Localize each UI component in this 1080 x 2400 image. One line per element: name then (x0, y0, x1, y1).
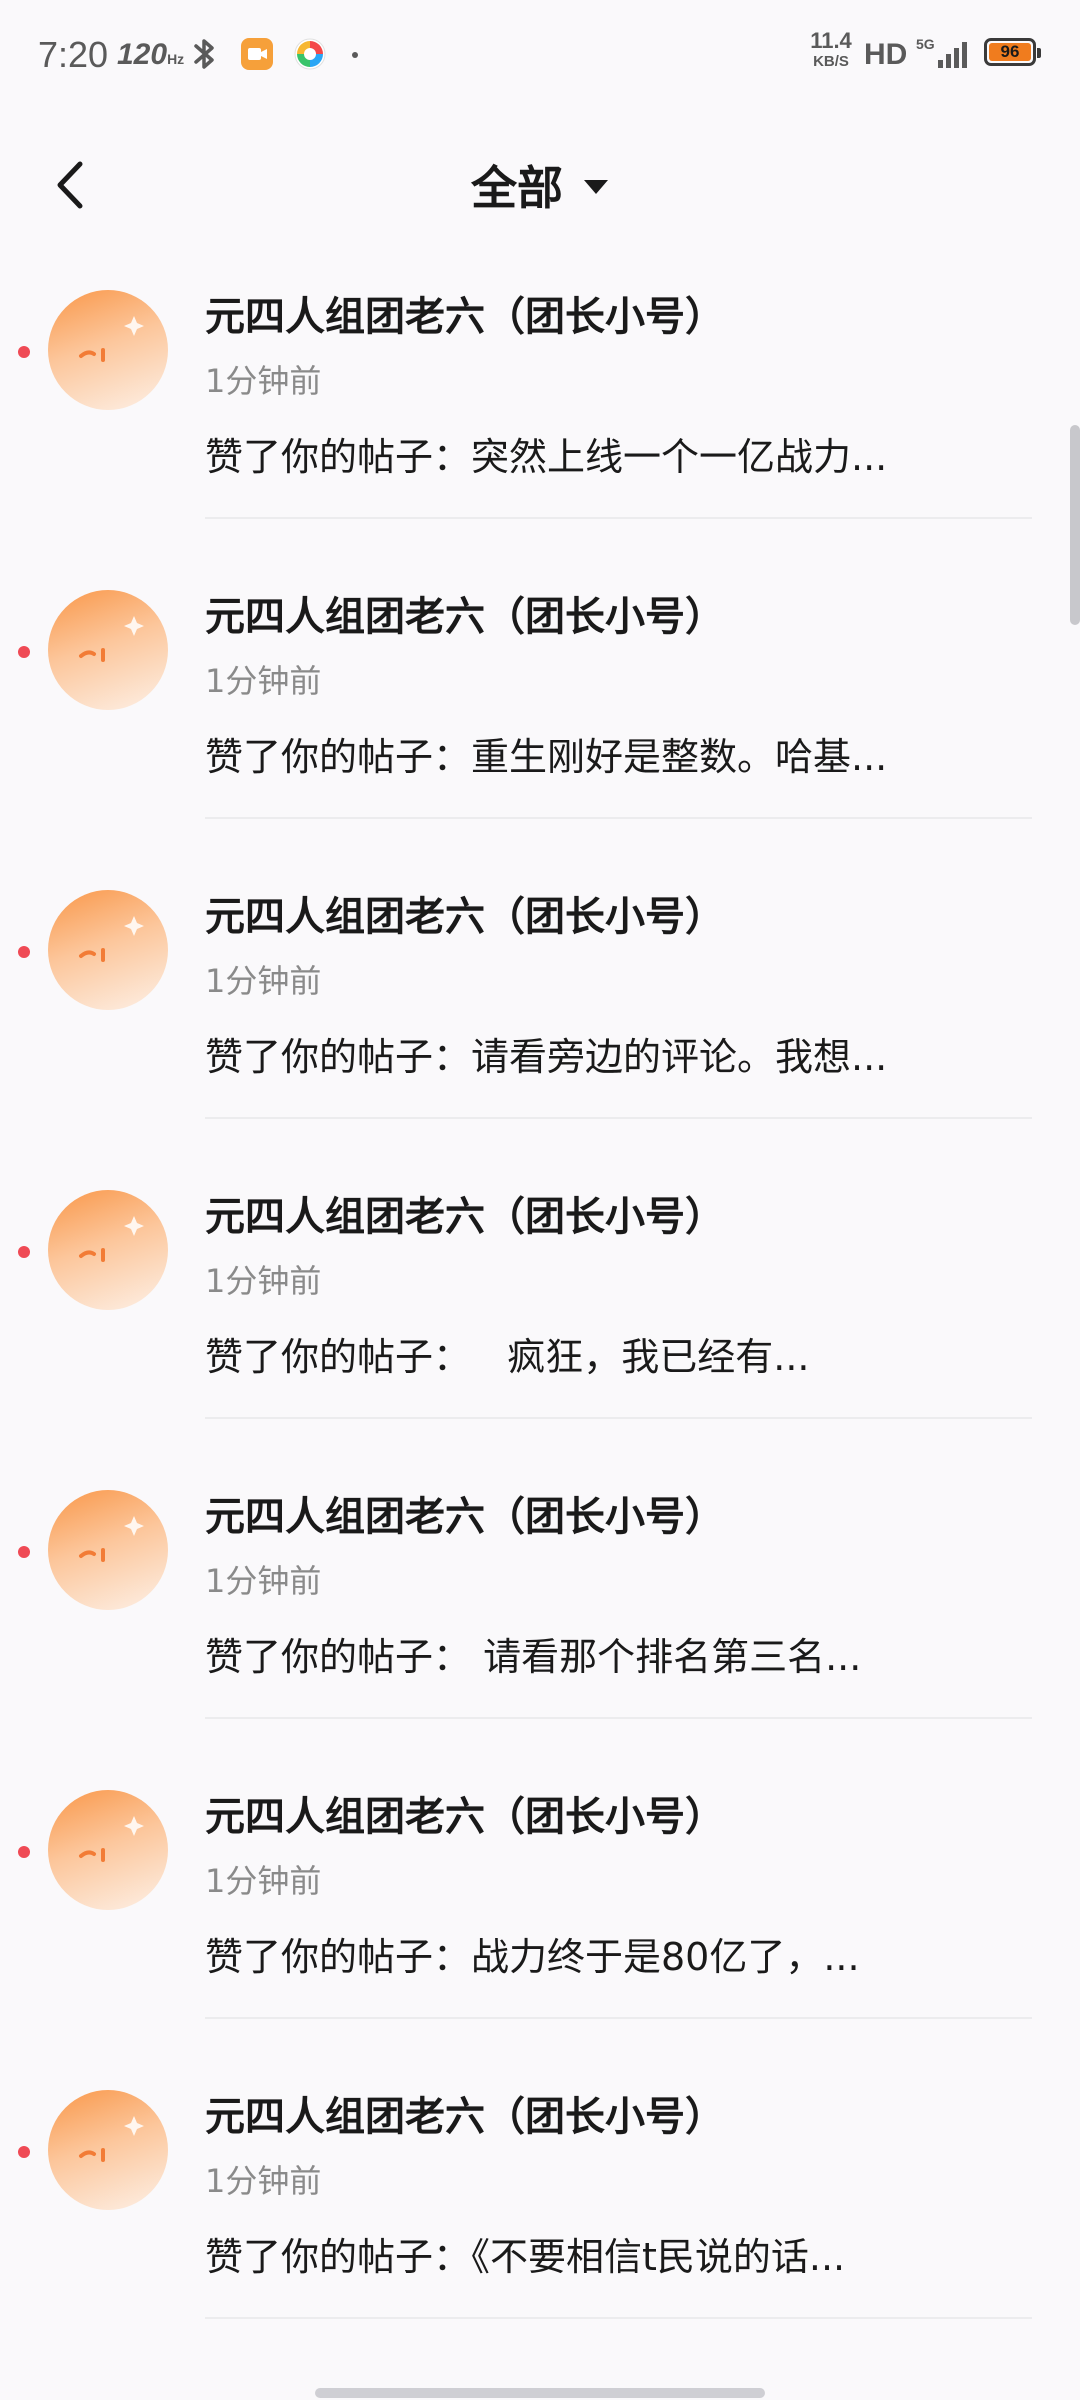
avatar[interactable] (48, 1190, 168, 1310)
sender-name: 元四人组团老六（团长小号） (205, 294, 725, 340)
avatar[interactable] (48, 1490, 168, 1610)
hd-label: HD (864, 38, 908, 71)
notification-item[interactable]: 元四人组团老六（团长小号） 1分钟前 赞了你的帖子： 请看那个排名第三名... (0, 1460, 1080, 1760)
notification-time: 1分钟前 (205, 2162, 322, 2200)
notification-time: 1分钟前 (205, 1262, 322, 1300)
net-speed: 11.4 KB/S (806, 28, 856, 70)
avatar-face-icon (79, 2116, 144, 2162)
divider (205, 517, 1032, 519)
sender-name: 元四人组团老六（团长小号） (205, 894, 725, 940)
app-header: 全部 (0, 130, 1080, 240)
unread-dot (18, 1846, 30, 1858)
unread-dot (18, 1546, 30, 1558)
avatar-face-icon (79, 1516, 144, 1562)
notification-message: 赞了你的帖子：《不要相信t民说的话... (205, 2235, 846, 2279)
scrollbar[interactable] (1070, 425, 1080, 625)
notification-item[interactable]: 元四人组团老六（团长小号） 1分钟前 赞了你的帖子：《不要相信t民说的话... (0, 2060, 1080, 2360)
unread-dot (18, 646, 30, 658)
notification-message: 赞了你的帖子：突然上线一个一亿战力... (205, 435, 888, 479)
avatar[interactable] (48, 290, 168, 410)
caret-down-icon[interactable] (583, 179, 609, 195)
divider (205, 2017, 1032, 2019)
signal-icon (938, 42, 967, 68)
unread-dot (18, 2146, 30, 2158)
notification-item[interactable]: 元四人组团老六（团长小号） 1分钟前 赞了你的帖子：重生刚好是整数。哈基... (0, 560, 1080, 860)
status-time: 7:20 (38, 34, 109, 75)
avatar-face-icon (79, 1216, 144, 1262)
avatar-face-icon (79, 316, 144, 362)
battery-icon: 96 (984, 38, 1041, 66)
bluetooth-icon (194, 39, 214, 69)
net-speed-value: 11.4 (810, 28, 852, 53)
divider (205, 1417, 1032, 1419)
notification-dot-icon (352, 52, 358, 58)
divider (205, 1717, 1032, 1719)
avatar[interactable] (48, 590, 168, 710)
notification-time: 1分钟前 (205, 962, 322, 1000)
avatar-face-icon (79, 916, 144, 962)
notification-list: 元四人组团老六（团长小号） 1分钟前 赞了你的帖子：突然上线一个一亿战力... … (0, 260, 1080, 2360)
refresh-rate: 120Hz (117, 38, 184, 72)
app-icon (294, 38, 326, 70)
divider (205, 2317, 1032, 2319)
sender-name: 元四人组团老六（团长小号） (205, 594, 725, 640)
notification-time: 1分钟前 (205, 662, 322, 700)
avatar[interactable] (48, 890, 168, 1010)
notification-message: 赞了你的帖子：重生刚好是整数。哈基... (205, 735, 888, 779)
notification-message: 赞了你的帖子： 疯狂，我已经有... (205, 1335, 810, 1379)
avatar[interactable] (48, 2090, 168, 2210)
sender-name: 元四人组团老六（团长小号） (205, 1494, 725, 1540)
unread-dot (18, 946, 30, 958)
avatar-face-icon (79, 1816, 144, 1862)
notification-time: 1分钟前 (205, 1862, 322, 1900)
gesture-bar[interactable] (315, 2388, 765, 2398)
notification-time: 1分钟前 (205, 1562, 322, 1600)
avatar[interactable] (48, 1790, 168, 1910)
notification-time: 1分钟前 (205, 362, 322, 400)
refresh-rate-value: 120 (117, 38, 168, 71)
notification-item[interactable]: 元四人组团老六（团长小号） 1分钟前 赞了你的帖子： 疯狂，我已经有... (0, 1160, 1080, 1460)
net-speed-unit: KB/S (813, 53, 849, 70)
network-type: 5G (916, 36, 935, 52)
avatar-face-icon (79, 616, 144, 662)
unread-dot (18, 1246, 30, 1258)
screen-record-icon (241, 38, 273, 70)
notification-item[interactable]: 元四人组团老六（团长小号） 1分钟前 赞了你的帖子：战力终于是80亿了，... (0, 1760, 1080, 2060)
sender-name: 元四人组团老六（团长小号） (205, 1794, 725, 1840)
divider (205, 817, 1032, 819)
battery-level: 96 (989, 42, 1031, 61)
notification-item[interactable]: 元四人组团老六（团长小号） 1分钟前 赞了你的帖子：突然上线一个一亿战力... (0, 260, 1080, 560)
notification-message: 赞了你的帖子： 请看那个排名第三名... (205, 1635, 862, 1679)
filter-dropdown[interactable]: 全部 (0, 152, 1080, 218)
refresh-rate-unit: Hz (167, 51, 185, 67)
divider (205, 1117, 1032, 1119)
sender-name: 元四人组团老六（团长小号） (205, 2094, 725, 2140)
unread-dot (18, 346, 30, 358)
notification-message: 赞了你的帖子：战力终于是80亿了，... (205, 1935, 860, 1979)
status-bar: 7:20 120Hz 11.4 KB/S HD 5G 96 (0, 0, 1080, 110)
page-title[interactable]: 全部 (471, 152, 563, 218)
sender-name: 元四人组团老六（团长小号） (205, 1194, 725, 1240)
notification-item[interactable]: 元四人组团老六（团长小号） 1分钟前 赞了你的帖子：请看旁边的评论。我想... (0, 860, 1080, 1160)
notification-message: 赞了你的帖子：请看旁边的评论。我想... (205, 1035, 888, 1079)
